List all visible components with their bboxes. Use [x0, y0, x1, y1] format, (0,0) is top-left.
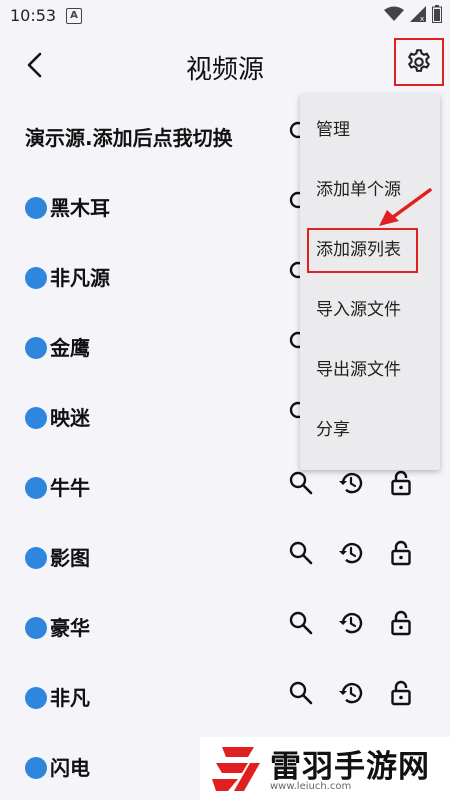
lock-icon[interactable]	[388, 610, 414, 636]
source-name: 黑木耳	[50, 196, 110, 220]
source-name: 牛牛	[50, 476, 90, 500]
history-icon[interactable]	[338, 610, 364, 636]
menu-item-import[interactable]: 导入源文件	[300, 280, 440, 340]
watermark: 雷羽手游网 www.leiuch.com	[200, 737, 450, 800]
notification-icon: A	[66, 8, 82, 24]
gear-icon	[408, 49, 430, 72]
lock-icon[interactable]	[388, 540, 414, 566]
highlight-box	[307, 228, 418, 273]
settings-menu: 管理 添加单个源 添加源列表 导入源文件 导出源文件 分享	[300, 94, 440, 470]
status-dot-icon	[25, 617, 47, 639]
source-name: 映迷	[50, 406, 90, 430]
history-icon[interactable]	[338, 540, 364, 566]
status-dot-icon	[25, 407, 47, 429]
status-dot-icon	[25, 757, 47, 779]
page-title: 视频源	[185, 55, 264, 85]
watermark-brand: 雷羽手游网	[270, 749, 430, 785]
lock-icon[interactable]	[388, 470, 414, 496]
status-dot-icon	[25, 547, 47, 569]
battery-icon	[432, 5, 442, 27]
search-icon[interactable]	[288, 540, 314, 566]
search-icon[interactable]	[288, 470, 314, 496]
menu-item-export[interactable]: 导出源文件	[300, 340, 440, 400]
source-name: 影图	[50, 546, 90, 570]
source-name: 金鹰	[50, 336, 90, 360]
signal-icon: x	[410, 6, 426, 26]
status-bar: 10:53 A x	[0, 0, 450, 32]
brand-logo-icon	[212, 747, 260, 791]
status-dot-icon	[25, 687, 47, 709]
source-name: 闪电	[50, 756, 90, 780]
menu-item-share[interactable]: 分享	[300, 400, 440, 460]
status-icons: x	[384, 5, 442, 27]
history-icon[interactable]	[338, 680, 364, 706]
source-row[interactable]: 豪华	[0, 590, 450, 660]
source-row[interactable]: 非凡	[0, 660, 450, 730]
search-icon[interactable]	[288, 610, 314, 636]
hidden-search-icons	[288, 100, 300, 450]
status-dot-icon	[25, 267, 47, 289]
status-time: 10:53	[10, 6, 57, 25]
menu-item-manage[interactable]: 管理	[300, 100, 440, 160]
status-dot-icon	[25, 197, 47, 219]
source-name: 豪华	[50, 616, 90, 640]
status-dot-icon	[25, 477, 47, 499]
source-name: 演示源.添加后点我切换	[25, 126, 233, 150]
wifi-icon	[384, 6, 404, 26]
watermark-url: www.leiuch.com	[270, 781, 352, 792]
search-icon[interactable]	[288, 680, 314, 706]
svg-text:x: x	[420, 15, 424, 22]
source-name: 非凡	[50, 686, 90, 710]
status-dot-icon	[25, 337, 47, 359]
pointer-arrow-icon	[379, 188, 432, 226]
lock-icon[interactable]	[388, 680, 414, 706]
source-name: 非凡源	[50, 266, 110, 290]
history-icon[interactable]	[338, 470, 364, 496]
source-row[interactable]: 影图	[0, 520, 450, 590]
app-bar: 视频源	[0, 32, 450, 100]
settings-button[interactable]	[394, 38, 444, 86]
